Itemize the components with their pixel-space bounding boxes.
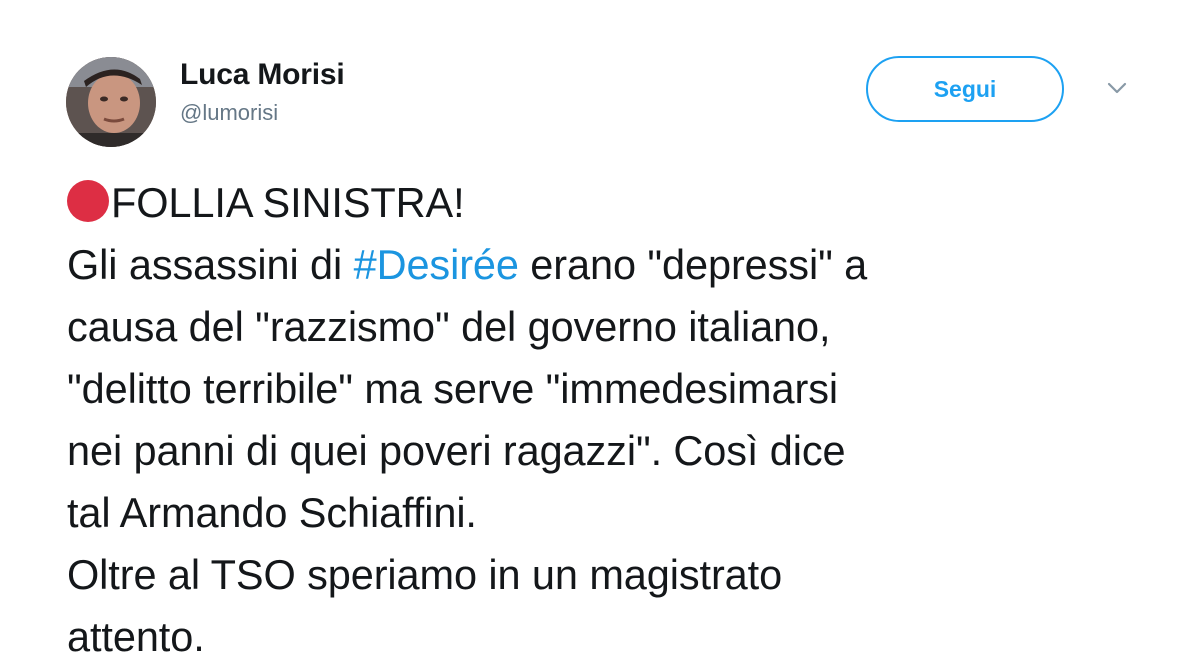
chevron-down-icon[interactable] [1106, 80, 1128, 96]
tweet-line: Oltre al TSO speriamo in un magistrato [67, 551, 783, 598]
tweet-text-segment: Gli assassini di [67, 241, 354, 288]
profile-photo [66, 57, 156, 147]
red-circle-icon [67, 180, 109, 222]
tweet-line: FOLLIA SINISTRA! [67, 172, 1177, 234]
user-name[interactable]: Luca Morisi [180, 58, 345, 92]
tweet-line: attento. [67, 613, 205, 660]
tweet-headline: FOLLIA SINISTRA! [111, 179, 465, 226]
tweet-text-segment: erano "depressi" a [518, 241, 868, 288]
avatar[interactable] [66, 57, 156, 147]
user-handle[interactable]: @lumorisi [180, 100, 278, 126]
tweet-text: FOLLIA SINISTRA! Gli assassini di #Desir… [67, 172, 1177, 668]
hashtag-link[interactable]: #Desirée [354, 241, 519, 288]
tweet-line: Gli assassini di #Desirée erano "depress… [67, 234, 1177, 296]
tweet-line: "delitto terribile" ma serve "immedesima… [67, 365, 838, 412]
follow-button[interactable]: Segui [866, 56, 1064, 122]
tweet-line: tal Armando Schiaffini. [67, 489, 477, 536]
tweet-line: nei panni di quei poveri ragazzi". Così … [67, 427, 846, 474]
tweet-line: causa del "razzismo" del governo italian… [67, 303, 831, 350]
